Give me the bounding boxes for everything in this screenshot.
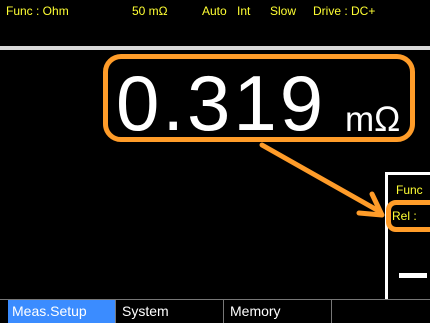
menu-system[interactable]: System <box>118 300 224 323</box>
status-speed: Slow <box>270 4 297 18</box>
inset-func-label: Func <box>396 183 423 197</box>
reading-highlight-box <box>103 54 415 142</box>
inset-reading-dash <box>399 273 427 278</box>
status-auto: Auto <box>202 4 227 18</box>
status-int: Int <box>237 4 251 18</box>
status-range: 50 mΩ <box>132 4 168 18</box>
inset-highlight-box <box>386 200 430 232</box>
menu-memory[interactable]: Memory <box>226 300 332 323</box>
menu-meas-setup[interactable]: Meas.Setup <box>8 300 116 323</box>
status-bar: Func : Ohm 50 mΩ Auto Int Slow Drive : D… <box>0 0 430 24</box>
status-divider <box>0 46 430 50</box>
bottom-menu-bar: Meas.Setup System Memory <box>0 299 430 323</box>
instrument-screen: Func : Ohm 50 mΩ Auto Int Slow Drive : D… <box>0 0 430 323</box>
menu-empty-slot <box>334 300 384 323</box>
status-func: Func : Ohm <box>6 4 69 18</box>
status-drive: Drive : DC+ <box>313 4 376 18</box>
